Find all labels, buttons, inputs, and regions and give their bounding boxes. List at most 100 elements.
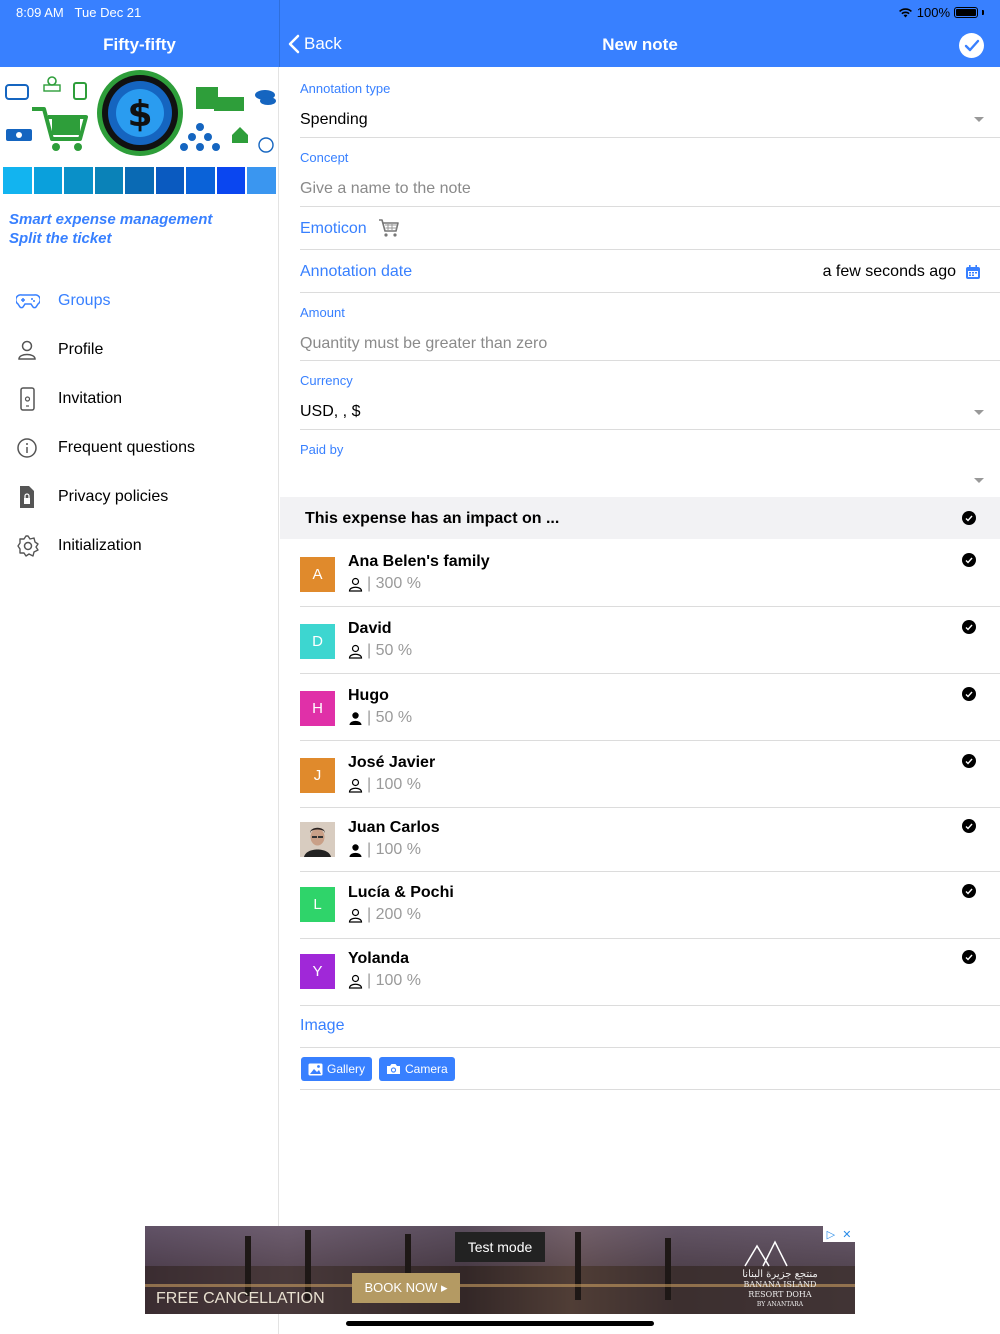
member-name: Ana Belen's family: [348, 553, 490, 570]
camera-label: Camera: [405, 1062, 448, 1076]
status-indicators: 100%: [898, 5, 984, 20]
member-row[interactable]: L Lucía & Pochi | 200 %: [300, 872, 1000, 939]
tagline-line-2: Split the ticket: [9, 230, 112, 247]
cart-icon: [378, 218, 400, 243]
ad-brand-line-1: BANANA ISLAND: [743, 1280, 817, 1289]
member-name: Juan Carlos: [348, 819, 440, 836]
member-row[interactable]: Y Yolanda | 100 %: [300, 939, 1000, 1006]
sidebar-item-faq[interactable]: Frequent questions: [0, 423, 279, 472]
person-filled-icon: [349, 843, 362, 857]
member-share-value: | 50 %: [367, 709, 413, 726]
status-time: 8:09 AM Tue Dec 21: [16, 5, 141, 20]
sidebar-item-label: Groups: [58, 291, 111, 309]
status-date: Tue Dec 21: [74, 5, 142, 20]
image-section: Image: [300, 1006, 1000, 1048]
select-all-check-icon[interactable]: [962, 511, 976, 525]
save-button[interactable]: [959, 33, 984, 58]
color-swatch: [186, 167, 215, 194]
color-swatch: [247, 167, 276, 194]
avatar: L: [300, 887, 335, 922]
banner-illustration: $: [5, 70, 276, 156]
person-outline-icon: [348, 908, 363, 923]
avatar: Y: [300, 954, 335, 989]
sidebar-item-groups[interactable]: Groups: [0, 276, 279, 325]
amount-label: Amount: [300, 305, 345, 320]
member-row[interactable]: J José Javier | 100 %: [300, 741, 1000, 808]
sidebar-item-label: Profile: [58, 340, 104, 358]
ad-book-now-button[interactable]: BOOK NOW ▸: [352, 1273, 460, 1303]
sidebar-item-profile[interactable]: Profile: [0, 325, 279, 374]
member-check-icon[interactable]: [962, 687, 976, 701]
avatar: J: [300, 758, 335, 793]
sidebar-item-initialization[interactable]: Initialization: [0, 521, 279, 570]
camera-icon: [387, 1064, 400, 1074]
annotation-type-select[interactable]: Annotation type Spending: [300, 67, 1000, 138]
color-swatch: [3, 167, 32, 194]
currency-select[interactable]: Currency USD, , $: [300, 361, 1000, 430]
page-title: New note: [602, 35, 678, 54]
member-share: | 50 %: [348, 709, 412, 727]
annotation-date-value: a few seconds ago: [822, 263, 956, 280]
camera-button[interactable]: Camera: [379, 1057, 455, 1081]
gallery-button[interactable]: Gallery: [301, 1057, 373, 1081]
member-share-value: | 100 %: [367, 972, 421, 989]
sidebar-item-invitation[interactable]: Invitation: [0, 374, 279, 423]
image-section-divider: [300, 1089, 1000, 1090]
member-check-icon[interactable]: [962, 819, 976, 833]
member-share-value: | 100 %: [367, 776, 421, 793]
member-name: Lucía & Pochi: [348, 884, 454, 901]
member-share-value: | 100 %: [367, 841, 421, 858]
impact-title: This expense has an impact on ...: [305, 510, 560, 527]
calendar-icon[interactable]: [965, 264, 981, 285]
sidebar-item-label: Privacy policies: [58, 487, 169, 505]
ad-banner[interactable]: Test mode FREE CANCELLATION BOOK NOW ▸ م…: [145, 1226, 855, 1314]
annotation-type-value: Spending: [300, 111, 368, 128]
paid-by-select[interactable]: Paid by: [300, 430, 1000, 497]
app-banner: $: [0, 67, 279, 197]
member-share: | 100 %: [348, 841, 421, 859]
home-indicator: [346, 1321, 654, 1326]
concept-field[interactable]: Concept Give a name to the note: [300, 138, 1000, 207]
member-check-icon[interactable]: [962, 553, 976, 567]
member-check-icon[interactable]: [962, 620, 976, 634]
member-check-icon[interactable]: [962, 754, 976, 768]
top-bar: 8:09 AM Tue Dec 21 100% Fifty-fifty Back…: [0, 0, 1000, 67]
member-row[interactable]: D David | 50 %: [300, 607, 1000, 674]
emoticon-field[interactable]: Emoticon: [300, 207, 1000, 250]
info-icon: [0, 437, 58, 459]
split-divider: [279, 0, 280, 67]
user-photo-icon: [300, 822, 335, 857]
member-row[interactable]: Juan Carlos | 100 %: [300, 808, 1000, 872]
avatar: A: [300, 557, 335, 592]
impact-header[interactable]: This expense has an impact on ...: [280, 497, 1000, 539]
currency-value: USD, , $: [300, 403, 361, 420]
member-share: | 50 %: [348, 642, 412, 660]
annotation-date-field[interactable]: Annotation date a few seconds ago: [300, 250, 1000, 293]
ad-brand: منتجع جزيرة البنانا BANANA ISLAND RESORT…: [735, 1270, 825, 1310]
amount-input[interactable]: Quantity must be greater than zero: [300, 335, 547, 353]
member-name: José Javier: [348, 754, 436, 771]
person-outline-icon: [348, 778, 363, 793]
document-lock-icon: [0, 485, 58, 509]
sidebar-item-label: Initialization: [58, 536, 142, 554]
ad-close-controls[interactable]: ▷ ✕: [823, 1226, 855, 1242]
battery-tip: [982, 10, 984, 15]
ad-brand-line-3: BY ANANTARA: [756, 1301, 804, 1308]
member-row[interactable]: H Hugo | 50 %: [300, 674, 1000, 741]
ad-choices-icon[interactable]: ▷: [827, 1228, 835, 1241]
member-check-icon[interactable]: [962, 950, 976, 964]
member-row[interactable]: A Ana Belen's family | 300 %: [300, 540, 1000, 607]
image-label: Image: [300, 1017, 345, 1034]
battery-icon: [954, 7, 978, 18]
close-icon[interactable]: ✕: [842, 1228, 851, 1241]
amount-field[interactable]: Amount Quantity must be greater than zer…: [300, 293, 1000, 361]
member-check-icon[interactable]: [962, 884, 976, 898]
sidebar-item-privacy[interactable]: Privacy policies: [0, 472, 279, 521]
ad-test-badge: Test mode: [455, 1232, 545, 1262]
wifi-icon: [898, 8, 912, 18]
caret-down-icon: [974, 410, 984, 415]
color-strip: [3, 167, 276, 194]
member-share-value: | 300 %: [367, 575, 421, 592]
color-swatch: [216, 167, 245, 194]
concept-input[interactable]: Give a name to the note: [300, 180, 471, 198]
